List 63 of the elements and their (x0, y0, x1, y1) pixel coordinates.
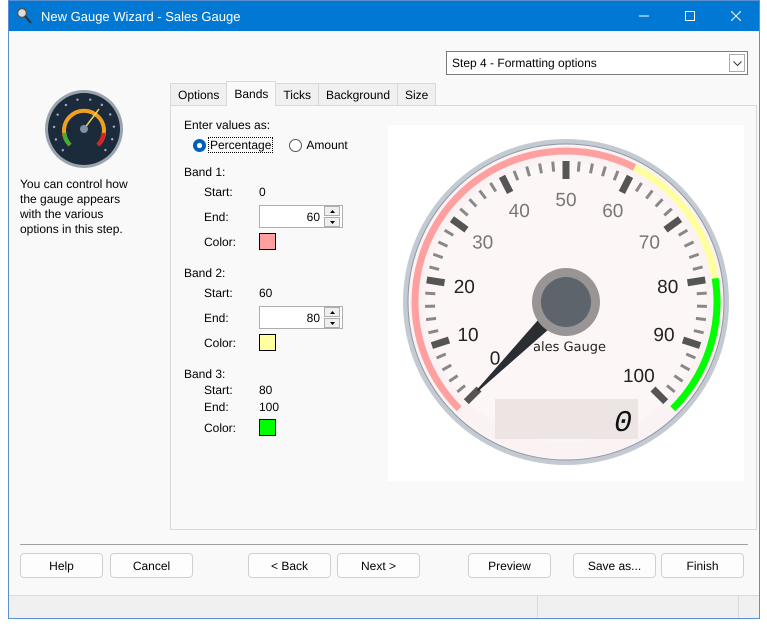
scale-label: 10 (457, 324, 479, 346)
spin-up-icon[interactable] (324, 206, 340, 216)
field-label: Start: (204, 286, 234, 300)
field-label: Color: (204, 234, 238, 248)
end-spin-field[interactable]: 80 (259, 306, 343, 329)
spin-down-icon[interactable] (324, 217, 340, 227)
scale-label: 60 (602, 201, 624, 222)
dialog-button[interactable]: Finish (661, 553, 744, 578)
radio-circle-icon[interactable] (289, 138, 302, 152)
field-label: End: (204, 210, 230, 224)
field-label: Start: (204, 382, 234, 396)
tab[interactable]: Bands (226, 81, 276, 106)
start-value: 80 (259, 382, 272, 396)
scale-label: 90 (653, 324, 675, 346)
field-label: End: (204, 310, 230, 324)
band-label: Band 3: (184, 367, 226, 381)
dialog-button[interactable]: Help (20, 553, 103, 578)
tab[interactable]: Size (397, 83, 436, 105)
color-swatch[interactable] (259, 334, 276, 351)
scale-label: 0 (490, 348, 500, 370)
gauge-logo-icon (44, 89, 124, 169)
field-label: Color: (204, 420, 238, 434)
band-label: Band 1: (184, 165, 226, 179)
close-icon (731, 11, 741, 21)
section-label: Enter values as: (184, 118, 272, 132)
magnifier-icon (15, 7, 33, 25)
spin-down-icon[interactable] (324, 318, 340, 328)
window-title: New Gauge Wizard - Sales Gauge (41, 8, 242, 24)
field-label: Color: (204, 336, 238, 350)
color-swatch[interactable] (259, 233, 276, 250)
scale-label: 50 (555, 190, 577, 211)
field-label: End: (204, 400, 230, 414)
start-value: 60 (259, 286, 272, 300)
end-value: 100 (259, 400, 280, 414)
step-dropdown[interactable]: Step 4 - Formatting options (446, 51, 748, 75)
needle-hub (532, 268, 600, 336)
scale-label: 80 (657, 276, 678, 298)
dialog-button[interactable]: Cancel (110, 553, 193, 578)
dialog-button[interactable]: Save as... (573, 553, 656, 578)
gauge-title: ales Gauge (533, 340, 606, 355)
end-spin-field[interactable]: 60 (259, 205, 343, 228)
scale-label: 30 (472, 232, 494, 254)
field-label: Start: (204, 184, 234, 198)
scale-label: 20 (454, 276, 475, 298)
start-value: 0 (259, 184, 266, 198)
tab[interactable]: Ticks (275, 83, 319, 105)
radio-circle-icon[interactable] (193, 138, 206, 152)
tab[interactable]: Options (170, 83, 228, 105)
scale-label: 40 (508, 201, 530, 222)
digital-readout: 0 (495, 399, 638, 441)
dialog-button[interactable]: < Back (248, 553, 331, 578)
scale-label: 100 (622, 366, 655, 387)
dialog-button[interactable]: Next > (337, 553, 420, 578)
dialog-button[interactable]: Preview (468, 553, 551, 578)
chevron-down-icon (732, 60, 742, 66)
description-text: You can control how the gauge appears with the various options in this step. (20, 177, 129, 237)
color-swatch[interactable] (259, 419, 276, 436)
scale-label: 70 (638, 232, 660, 254)
band-label: Band 2: (184, 266, 226, 280)
spin-up-icon[interactable] (324, 307, 340, 317)
radio-button[interactable]: Amount (289, 137, 350, 153)
maximize-icon (685, 11, 695, 21)
tab[interactable]: Background (318, 83, 398, 105)
